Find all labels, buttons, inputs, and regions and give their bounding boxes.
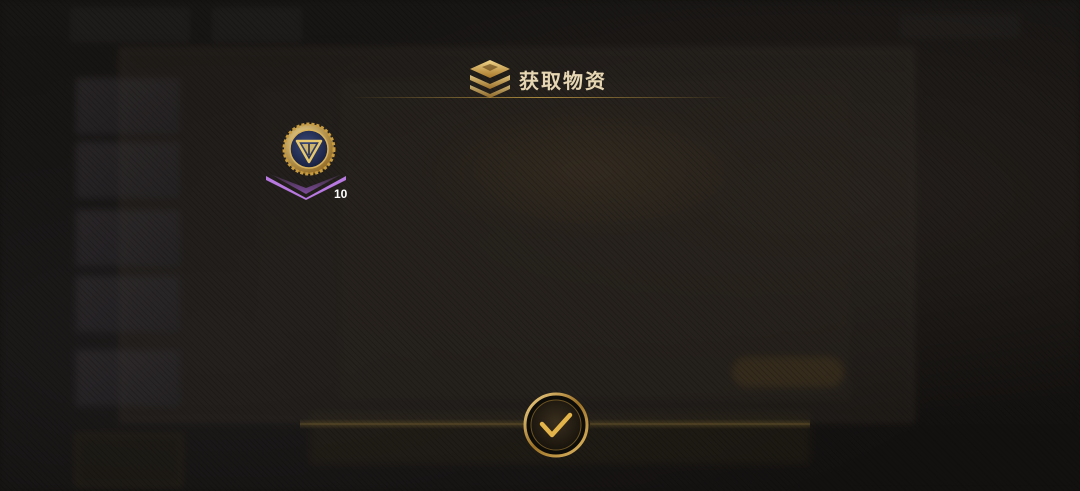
confirm-bar-line-left — [300, 419, 528, 429]
dialog-title: 获取物资 — [519, 69, 607, 93]
confirm-bar-line-right — [590, 419, 810, 429]
title-divider-left — [350, 97, 540, 98]
checkmark-icon — [523, 392, 589, 458]
title-divider-right — [540, 97, 730, 98]
item-count: 10 — [334, 187, 348, 201]
emblem-coin-icon — [282, 122, 336, 176]
dialog-header: 获取物资 — [0, 56, 1080, 100]
stacked-layers-icon — [470, 60, 510, 98]
confirm-button[interactable] — [523, 392, 589, 458]
reward-item[interactable]: 10 — [266, 118, 356, 208]
